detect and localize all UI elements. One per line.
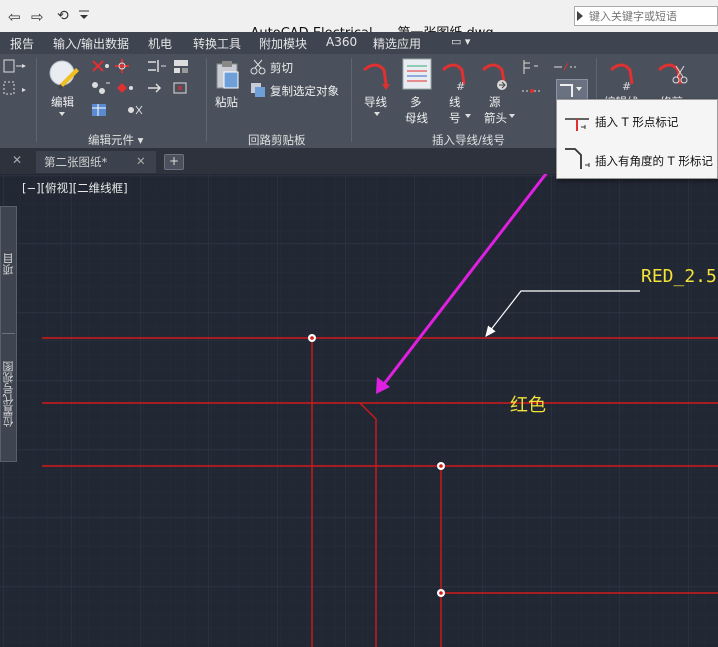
share-icon[interactable]: ⟲ (57, 8, 69, 24)
t-marker-icon[interactable] (563, 109, 591, 136)
drawing-canvas[interactable]: RED_2.5 红色 [−][俯视][二维线框] (0, 174, 718, 647)
move-component-icon[interactable] (114, 58, 136, 77)
junction-dot-center (439, 591, 443, 595)
source-arrow-label-2[interactable]: 箭头 (484, 110, 507, 126)
wire-color-text[interactable]: 红色 (510, 395, 546, 416)
panel-circuit-clipboard-title: 回路剪贴板 (248, 133, 306, 147)
cross-reference-icon[interactable] (124, 102, 146, 121)
terminal-strip-icon[interactable] (172, 58, 194, 77)
tab-featured-apps[interactable]: 精选应用 (373, 35, 421, 52)
multi-bus-icon[interactable] (402, 58, 432, 93)
source-arrow-icon[interactable] (480, 60, 510, 95)
tab-reports[interactable]: 报告 (10, 35, 34, 52)
tab-import-export[interactable]: 输入/输出数据 (53, 35, 129, 52)
scoot-icon[interactable] (146, 80, 168, 99)
expand-icon[interactable] (577, 11, 583, 21)
title-bar: ⇦ ⇨ ⟲ AutoCAD Electrical 第一张图纸.dwg (0, 0, 718, 41)
wire-number-icon[interactable]: # (440, 60, 470, 95)
close-tab-icon[interactable]: ✕ (12, 153, 22, 167)
menu-bar: 报告 输入/输出数据 机电 转换工具 附加模块 A360 精选应用 ▭ ▾ (0, 32, 718, 54)
forward-arrow-icon[interactable]: ⇨ (31, 8, 44, 26)
edit-component-icon[interactable] (46, 58, 80, 95)
new-tab-plus-icon[interactable]: + (164, 154, 184, 170)
project-palette-tab[interactable]: 项目 (1, 253, 17, 275)
copy-selected-icon[interactable] (250, 82, 266, 101)
swap-component-icon[interactable] (114, 80, 136, 99)
back-arrow-icon[interactable]: ⇦ (8, 8, 21, 26)
insert-t-marker-item[interactable]: 插入 T 形点标记 (595, 114, 678, 130)
tab-addins[interactable]: 附加模块 (259, 35, 307, 52)
cut-label[interactable]: 剪切 (270, 60, 293, 76)
schematic-icon[interactable] (2, 58, 28, 105)
multi-bus-label-1[interactable]: 多 (410, 94, 422, 110)
t-marker-flyout-menu: 插入 T 形点标记 插入有角度的 T 形标记 (556, 99, 718, 179)
tag-component-icon[interactable] (172, 80, 194, 99)
side-palette: 项目 位置代号视图 (0, 206, 17, 462)
close-tab-icon[interactable]: ✕ (136, 154, 146, 168)
tab-drawing-2[interactable]: 第二张图纸* ✕ (36, 151, 156, 173)
paste-icon[interactable] (214, 60, 242, 93)
insert-angled-t-marker-item[interactable]: 插入有角度的 T 形标记 (595, 153, 713, 169)
edit-wire-icon[interactable]: # (608, 60, 640, 95)
svg-text:#: # (456, 80, 465, 92)
drawing-surface[interactable]: RED_2.5 红色 (0, 174, 718, 647)
tab-conversion-tools[interactable]: 转换工具 (193, 35, 241, 52)
scissors-icon[interactable] (250, 59, 266, 78)
source-arrow-label-1[interactable]: 源 (489, 94, 501, 110)
align-icon[interactable] (146, 58, 168, 77)
panel-insert-wires-title: 插入导线/线号 (432, 133, 505, 147)
wire-number-label-1[interactable]: 线 (449, 94, 461, 110)
copy-selected-label[interactable]: 复制选定对象 (270, 83, 339, 99)
wire-break-icon[interactable] (552, 58, 582, 79)
svg-text:#: # (622, 80, 631, 92)
tab-drawing-2-label[interactable]: 第二张图纸* (44, 154, 107, 170)
search-input[interactable] (589, 8, 715, 24)
location-view-palette-tab[interactable]: 位置代号视图 (1, 361, 17, 427)
junction-dot-center (439, 464, 443, 468)
tab-electromechanical[interactable]: 机电 (148, 35, 172, 52)
delete-component-icon[interactable] (90, 58, 112, 77)
tab-a360[interactable]: A360 (326, 35, 357, 49)
ladder-icon[interactable] (520, 58, 542, 79)
wire-label[interactable]: 导线 (364, 94, 387, 110)
wire-icon[interactable] (360, 60, 392, 95)
trim-wire-icon[interactable] (656, 60, 688, 95)
table-icon[interactable] (90, 102, 112, 121)
quick-access-dropdown-icon[interactable] (78, 8, 90, 22)
angled-t-marker-icon[interactable] (563, 145, 591, 174)
search-box[interactable] (574, 6, 718, 26)
paste-button-label[interactable]: 粘贴 (215, 94, 238, 110)
wire-type-icon[interactable] (520, 82, 550, 103)
edit-button-label[interactable]: 编辑 (51, 94, 74, 110)
leader-text[interactable]: RED_2.5 (641, 266, 717, 287)
multi-bus-label-2[interactable]: 母线 (405, 110, 428, 126)
copy-component-icon[interactable] (90, 80, 112, 99)
wire-number-label-2[interactable]: 号 (449, 110, 461, 126)
viewport-label[interactable]: [−][俯视][二维线框] (22, 180, 128, 196)
panel-edit-components-title[interactable]: 编辑元件 ▾ (88, 132, 143, 148)
junction-dot-center (310, 336, 314, 340)
panel-toggle-icon[interactable]: ▭ ▾ (451, 35, 470, 48)
